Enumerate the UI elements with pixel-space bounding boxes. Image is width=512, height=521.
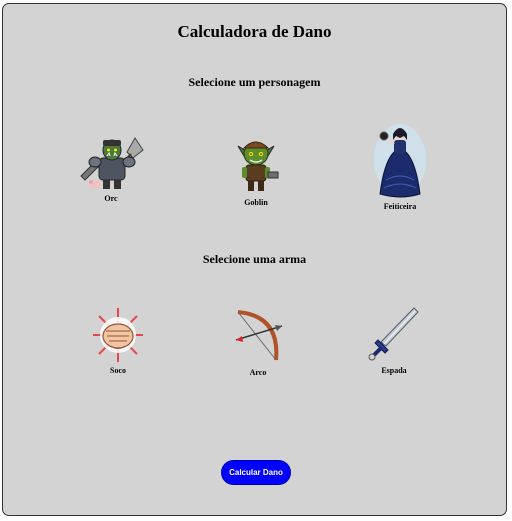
- weapon-option-espada[interactable]: Espada: [349, 306, 439, 375]
- bow-arrow-icon: [235, 310, 283, 361]
- sorceress-icon: [374, 124, 426, 198]
- character-option-orc[interactable]: Orc: [66, 132, 156, 203]
- character-section-label: Selecione um personagem: [188, 75, 321, 89]
- calculate-damage-button[interactable]: Calcular Dano: [221, 460, 291, 485]
- weapon-section-label: Selecione uma arma: [202, 252, 307, 266]
- calculator-panel: Calculadora de Dano Selecione um persona…: [2, 3, 507, 516]
- fist-punch-icon: [93, 308, 143, 362]
- character-label-goblin: Goblin: [244, 198, 268, 207]
- character-option-feiticeira[interactable]: Feiticeira: [355, 120, 445, 211]
- character-label-orc: Orc: [104, 194, 118, 203]
- character-option-goblin[interactable]: Goblin: [211, 134, 301, 207]
- weapon-option-arco[interactable]: Arco: [213, 306, 303, 377]
- orc-warrior-icon: [80, 137, 144, 189]
- character-label-feiticeira: Feiticeira: [383, 202, 417, 211]
- goblin-icon: [237, 141, 279, 191]
- sword-icon: [368, 307, 419, 361]
- weapon-label-espada: Espada: [381, 366, 407, 375]
- weapon-label-arco: Arco: [249, 368, 267, 377]
- weapon-option-soco[interactable]: Soco: [73, 306, 163, 375]
- weapon-label-soco: Soco: [110, 366, 126, 375]
- page-title: Calculadora de Dano: [177, 22, 332, 41]
